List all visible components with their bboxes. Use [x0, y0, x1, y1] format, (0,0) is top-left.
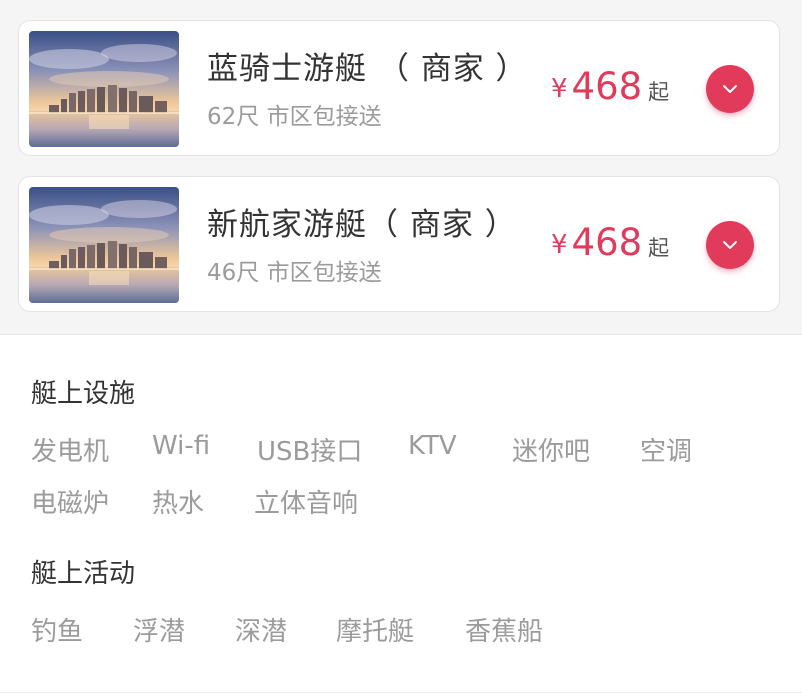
yacht-list: 蓝骑士游艇 （ 商家 ） 62尺 市区包接送 ¥468 起 新航家游艇（ 商家 ）… [0, 0, 802, 334]
facilities-title: 艇上设施 [31, 379, 136, 409]
price-suffix: 起 [648, 80, 670, 104]
facility-tag: 空调 [640, 437, 693, 467]
facility-tag: 热水 [152, 489, 205, 519]
yacht-subtitle: 62尺 市区包接送 [207, 104, 382, 130]
price-value: 468 [571, 221, 643, 264]
yacht-thumbnail [29, 31, 179, 147]
yacht-name: 蓝骑士游艇 （ 商家 ） [207, 51, 528, 87]
yacht-name: 新航家游艇（ 商家 ） [207, 207, 517, 243]
yacht-thumbnail [29, 187, 179, 303]
facility-tag: USB接口 [257, 437, 363, 467]
price-suffix: 起 [648, 236, 670, 260]
divider [0, 692, 802, 693]
facility-tag: 电磁炉 [31, 489, 110, 519]
currency-symbol: ¥ [551, 230, 568, 260]
yacht-subtitle: 46尺 市区包接送 [207, 260, 382, 286]
price: ¥468 起 [551, 221, 669, 264]
expand-button[interactable] [706, 65, 754, 113]
yacht-card[interactable]: 新航家游艇（ 商家 ） 46尺 市区包接送 ¥468 起 [18, 176, 780, 312]
expand-button[interactable] [706, 221, 754, 269]
price: ¥468 起 [551, 65, 669, 108]
activity-tag: 摩托艇 [336, 617, 415, 647]
yacht-card[interactable]: 蓝骑士游艇 （ 商家 ） 62尺 市区包接送 ¥468 起 [18, 20, 780, 156]
activities-title: 艇上活动 [31, 559, 136, 589]
facility-tag: 迷你吧 [512, 437, 591, 467]
chevron-down-icon [723, 85, 737, 93]
facility-tag: Wi-fi [152, 431, 211, 461]
yacht-details-panel: 艇上设施 发电机 Wi-fi USB接口 KTV 迷你吧 空调 电磁炉 热水 立… [0, 334, 802, 697]
facility-tag: 发电机 [31, 437, 110, 467]
price-value: 468 [571, 65, 643, 108]
activity-tag: 香蕉船 [465, 617, 544, 647]
facility-tag: KTV [408, 431, 457, 461]
activity-tag: 钓鱼 [31, 617, 84, 647]
activity-tag: 浮潜 [133, 617, 186, 647]
chevron-down-icon [723, 241, 737, 249]
facility-tag: 立体音响 [254, 489, 359, 519]
activity-tag: 深潜 [235, 617, 288, 647]
currency-symbol: ¥ [551, 74, 568, 104]
